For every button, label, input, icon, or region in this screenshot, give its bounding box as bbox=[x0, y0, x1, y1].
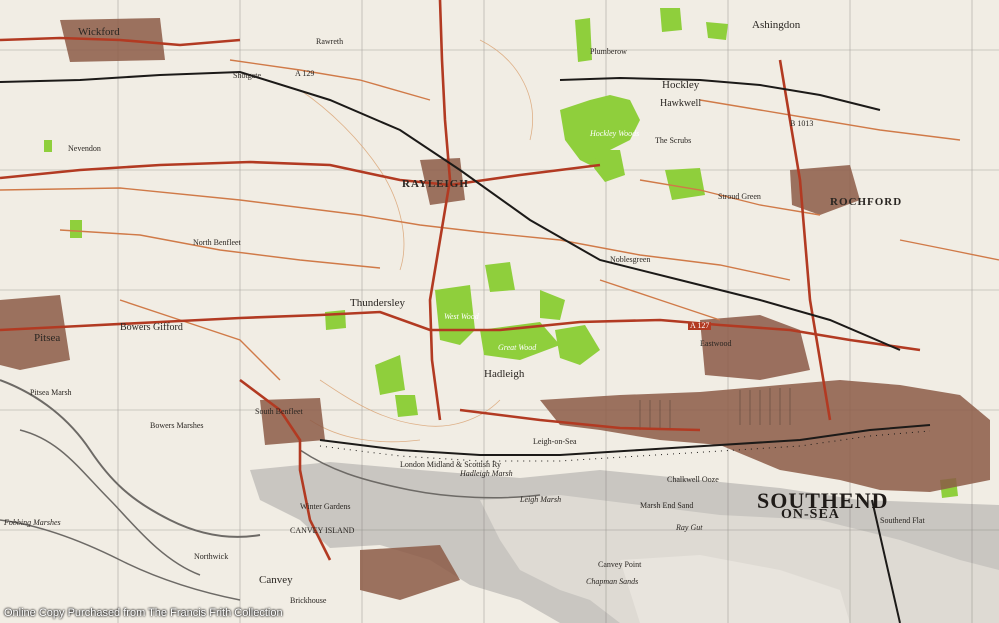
label-canvey-island: CANVEY ISLAND bbox=[290, 526, 355, 535]
label-marsh-end-sand: Marsh End Sand bbox=[640, 501, 694, 510]
label-wickford: Wickford bbox=[78, 26, 120, 38]
label-rawreth: Rawreth bbox=[316, 37, 344, 46]
map-graphics bbox=[0, 0, 999, 623]
label-hockley: Hockley bbox=[662, 79, 700, 91]
label-west-wood: West Wood bbox=[444, 312, 479, 321]
label-thundersley: Thundersley bbox=[350, 297, 405, 309]
copyright-credit: Online Copy Purchased from The Francis F… bbox=[4, 607, 283, 619]
label-shotgate: Shotgate bbox=[233, 71, 261, 80]
label-hadleigh-marsh: Hadleigh Marsh bbox=[460, 469, 513, 478]
label-hockley-woods: Hockley Woods bbox=[590, 129, 640, 138]
label-pitsea: Pitsea bbox=[34, 332, 61, 344]
label-noblesgreen: Noblesgreen bbox=[610, 255, 651, 264]
label-canvey-point: Canvey Point bbox=[598, 560, 642, 569]
label-pitsea-marsh: Pitsea Marsh bbox=[30, 388, 72, 397]
label-road-a127: A 127 bbox=[688, 321, 712, 330]
label-bowers-marshes: Bowers Marshes bbox=[150, 421, 204, 430]
map-sheet[interactable]: SOUTHEND ON-SEA RAYLEIGH ROCHFORD Hockle… bbox=[0, 0, 999, 623]
label-railway: London Midland & Scottish Ry bbox=[400, 460, 502, 469]
label-leigh-on-sea: Leigh-on-Sea bbox=[533, 437, 577, 446]
label-road-b1013: B 1013 bbox=[790, 119, 814, 128]
label-hawkwell: Hawkwell bbox=[660, 98, 702, 109]
label-bowers-gifford: Bowers Gifford bbox=[120, 322, 183, 333]
label-road-a129: A 129 bbox=[295, 69, 315, 78]
label-plumberow: Plumberow bbox=[590, 47, 627, 56]
label-stroud-green: Stroud Green bbox=[718, 192, 761, 201]
label-canvey: Canvey bbox=[259, 574, 293, 586]
label-rayleigh: RAYLEIGH bbox=[402, 178, 469, 190]
label-north-benfleet: North Benfleet bbox=[193, 238, 241, 247]
label-brickhouse: Brickhouse bbox=[290, 596, 327, 605]
label-southend-flat: Southend Flat bbox=[880, 516, 925, 525]
label-ray-gut: Ray Gut bbox=[676, 523, 703, 532]
label-the-scrubs: The Scrubs bbox=[655, 136, 692, 145]
label-eastwood: Eastwood bbox=[700, 339, 732, 348]
label-chalkwell-ooze: Chalkwell Ooze bbox=[667, 475, 719, 484]
label-chapman-sands: Chapman Sands bbox=[586, 577, 639, 586]
label-fobbing-marshes: Fobbing Marshes bbox=[4, 518, 61, 527]
label-nevendon: Nevendon bbox=[68, 144, 101, 153]
label-great-wood: Great Wood bbox=[498, 343, 537, 352]
label-leigh-marsh: Leigh Marsh bbox=[520, 495, 562, 504]
label-northwick: Northwick bbox=[194, 552, 229, 561]
label-on-sea: ON-SEA bbox=[781, 507, 840, 522]
label-winter-gardens: Winter Gardens bbox=[300, 502, 351, 511]
label-ashingdon: Ashingdon bbox=[752, 19, 801, 31]
label-south-benfleet: South Benfleet bbox=[255, 407, 303, 416]
label-rochford: ROCHFORD bbox=[830, 196, 903, 208]
label-hadleigh: Hadleigh bbox=[484, 368, 525, 380]
